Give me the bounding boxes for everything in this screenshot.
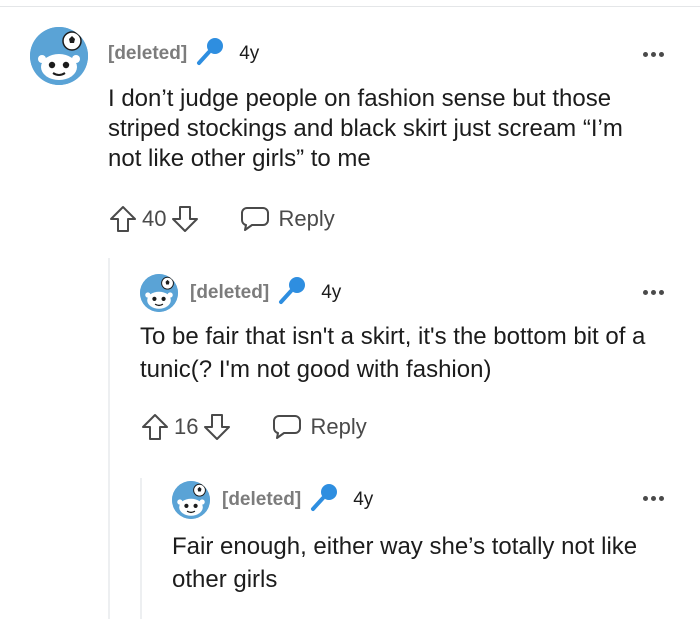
snoo-avatar-icon [172,481,210,519]
vote-count: 16 [174,414,199,439]
avatar[interactable] [140,274,178,312]
avatar[interactable] [30,27,88,85]
author-name[interactable]: [deleted] [222,489,301,511]
snoo-avatar-icon [140,274,178,312]
avatar[interactable] [172,481,210,519]
comment-meta: [deleted] 4y [108,38,260,68]
reply-label: Reply [278,206,335,231]
comment-body: I don’t judge people on fashion sense bu… [108,85,623,172]
downvote-arrow-icon[interactable] [202,412,232,442]
microphone-icon [195,36,225,72]
comment-age: 4y [321,282,342,303]
microphone-icon [309,482,339,518]
vote-count: 40 [142,206,167,231]
author-name[interactable]: [deleted] [108,43,187,65]
reply-button[interactable]: Reply [240,205,335,233]
reply-label: Reply [310,414,367,439]
upvote-arrow-icon[interactable] [140,412,170,442]
more-options-icon[interactable] [643,52,664,57]
comment-meta: [deleted] 4y [190,277,342,307]
more-options-icon[interactable] [643,290,664,295]
reply-button[interactable]: Reply [272,413,367,441]
speech-bubble-icon [241,207,270,231]
comment: [deleted] 4y To be fair that isn't a ski… [0,258,700,478]
author-name[interactable]: [deleted] [190,282,269,304]
comment: [deleted] 4y I don’t judge people on fas… [0,0,700,258]
comment-age: 4y [239,43,260,64]
comment-body: To be fair that isn't a skirt, it's the … [140,323,646,383]
comment-body: Fair enough, either way she’s totally no… [172,533,638,593]
more-options-icon[interactable] [643,496,664,501]
comment-age: 4y [353,489,374,510]
microphone-icon [277,275,307,311]
speech-bubble-icon [273,415,302,439]
upvote-arrow-icon[interactable] [108,204,138,234]
comment-actions: 40 Reply [108,203,335,235]
comment: [deleted] 4y Fair enough, either way she… [0,478,700,619]
downvote-arrow-icon[interactable] [170,204,200,234]
comment-meta: [deleted] 4y [222,484,374,514]
snoo-avatar-icon [30,27,88,85]
comment-actions: 16 Reply [140,411,367,443]
